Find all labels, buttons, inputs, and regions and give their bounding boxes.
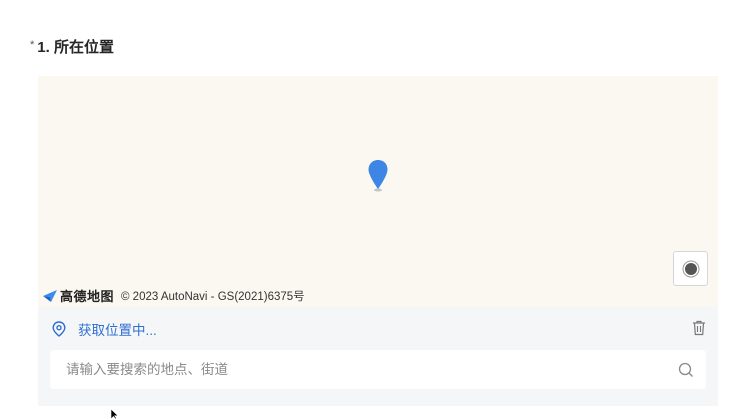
location-panel: 获取位置中... xyxy=(38,307,718,406)
trash-icon[interactable] xyxy=(692,320,706,336)
question-title: * 1. 所在位置 xyxy=(30,38,114,58)
amap-logo: 高德地图 xyxy=(42,286,114,305)
question-label: 1. 所在位置 xyxy=(37,39,114,56)
amap-logo-text: 高德地图 xyxy=(60,289,115,304)
map-view[interactable]: 高德地图 © 2023 AutoNavi - GS(2021)6375号 xyxy=(38,76,718,307)
amap-logo-icon xyxy=(43,289,57,302)
copyright-text: © 2023 AutoNavi - GS(2021)6375号 xyxy=(121,290,305,303)
location-status: 获取位置中... xyxy=(52,319,157,339)
mouse-cursor-icon xyxy=(110,409,119,419)
location-status-text: 获取位置中... xyxy=(78,323,157,338)
locate-button[interactable] xyxy=(673,251,708,286)
locate-icon xyxy=(682,260,699,277)
search-icon[interactable] xyxy=(678,362,694,378)
map-marker-icon xyxy=(368,160,388,192)
search-input[interactable] xyxy=(64,361,678,378)
map-attribution: 高德地图 © 2023 AutoNavi - GS(2021)6375号 xyxy=(42,286,305,305)
location-pin-icon xyxy=(52,321,66,337)
required-mark: * xyxy=(30,39,35,51)
search-box xyxy=(50,350,706,389)
